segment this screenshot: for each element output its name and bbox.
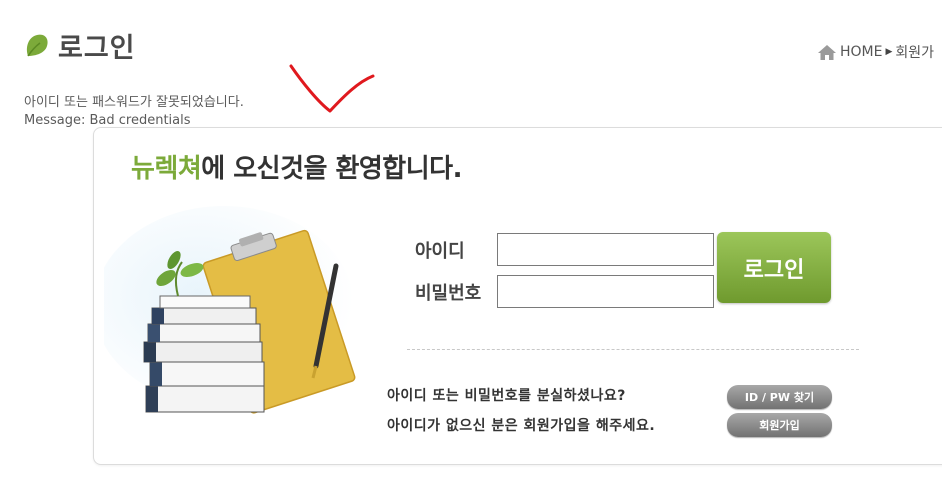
password-label: 비밀번호: [415, 283, 482, 304]
documents-illustration: [104, 206, 356, 414]
page-title-text: 로그인: [58, 32, 136, 64]
login-panel: 뉴렉쳐에 오신것을 환영합니다. 아이디 비밀번호 로그인 아이디 또는 비밀번…: [93, 127, 942, 465]
welcome-heading: 뉴렉쳐에 오신것을 환영합니다.: [131, 148, 462, 185]
breadcrumb-home[interactable]: HOME: [840, 44, 882, 60]
breadcrumb: HOME ▶ 회원가: [817, 42, 934, 62]
breadcrumb-current: 회원가: [895, 45, 935, 61]
login-button[interactable]: 로그인: [717, 232, 831, 303]
error-text: 아이디 또는 패스워드가 잘못되었습니다.: [24, 95, 244, 110]
id-label: 아이디: [415, 241, 465, 262]
find-account-text: 아이디 또는 비밀번호를 분실하셨나요?: [387, 388, 626, 404]
leaf-icon: [26, 34, 48, 57]
find-id-pw-button[interactable]: ID / PW 찾기: [727, 385, 832, 409]
error-message: 아이디 또는 패스워드가 잘못되었습니다. Message: Bad crede…: [24, 94, 244, 130]
divider: [407, 349, 859, 350]
caret-right-icon: ▶: [885, 47, 893, 57]
checkmark-annotation-icon: [289, 64, 375, 113]
id-input[interactable]: [497, 233, 714, 266]
signup-button[interactable]: 회원가입: [727, 413, 832, 437]
page-title: 로그인: [24, 28, 136, 64]
home-icon[interactable]: [817, 44, 837, 61]
password-input[interactable]: [497, 275, 714, 308]
brand-name: 뉴렉쳐: [131, 154, 202, 184]
signup-text: 아이디가 없으신 분은 회원가입을 해주세요.: [387, 418, 656, 434]
welcome-text: 에 오신것을 환영합니다.: [201, 154, 462, 184]
